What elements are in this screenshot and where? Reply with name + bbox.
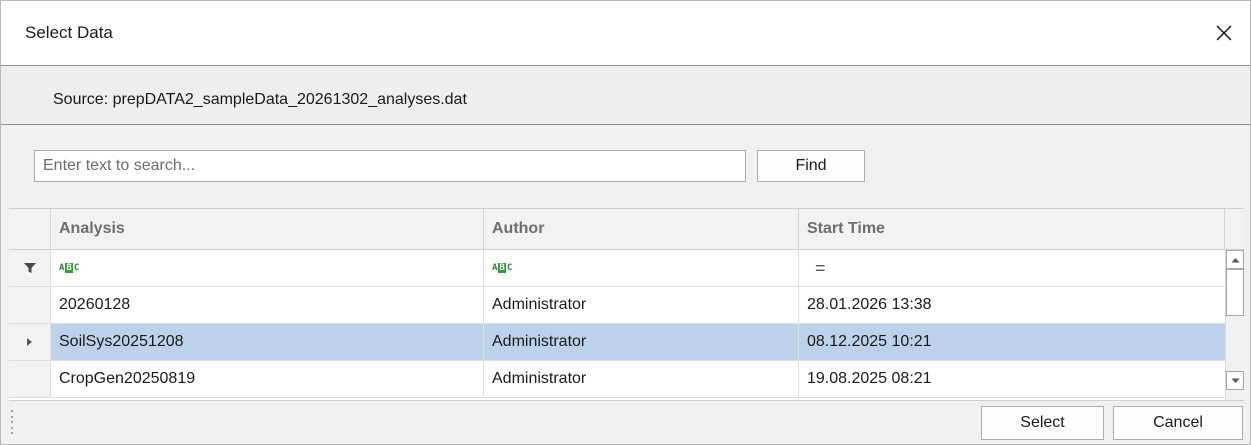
filter-cell-start-time[interactable]: = [799, 250, 1225, 286]
auto-filter-row: ABC ABC = [9, 250, 1225, 287]
abc-text-filter-icon: ABC [59, 263, 80, 273]
row-indicator[interactable] [9, 361, 51, 397]
find-button[interactable]: Find [757, 150, 865, 182]
search-area: Find [1, 126, 1250, 208]
header-indicator-cell [9, 209, 51, 249]
select-data-dialog: Select Data Source: prepDATA2_sampleData… [0, 0, 1251, 445]
table-row-selected[interactable]: SoilSys20251208 Administrator 08.12.2025… [9, 324, 1225, 361]
scroll-down-button[interactable] [1226, 371, 1244, 390]
resize-grip-icon[interactable] [11, 410, 15, 434]
column-header-author[interactable]: Author [484, 209, 799, 249]
header-filler [1225, 209, 1244, 250]
source-label: Source: prepDATA2_sampleData_20261302_an… [53, 91, 467, 108]
source-panel: Source: prepDATA2_sampleData_20261302_an… [1, 65, 1250, 125]
equals-filter-icon: = [815, 257, 826, 278]
table-row[interactable]: CropGen20250819 Administrator 19.08.2025… [9, 361, 1225, 398]
cell-analysis[interactable]: 20260128 [51, 287, 484, 323]
filter-cell-analysis[interactable]: ABC [51, 250, 484, 286]
analysis-grid: Analysis Author Start Time ABC ABC = 202… [9, 208, 1244, 401]
abc-text-filter-icon: ABC [492, 263, 513, 273]
column-header-start-time[interactable]: Start Time [799, 209, 1225, 249]
chevron-down-icon [1231, 378, 1239, 383]
filter-cell-author[interactable]: ABC [484, 250, 799, 286]
cell-analysis[interactable]: SoilSys20251208 [51, 324, 484, 360]
grid-header-row: Analysis Author Start Time [9, 209, 1225, 250]
select-button[interactable]: Select [981, 406, 1104, 440]
cell-start-time[interactable]: 08.12.2025 10:21 [799, 324, 1225, 360]
current-row-arrow-icon [26, 338, 32, 346]
title-bar: Select Data [1, 1, 1250, 65]
cell-author[interactable]: Administrator [484, 287, 799, 323]
cancel-button[interactable]: Cancel [1113, 406, 1243, 440]
vertical-scrollbar[interactable] [1225, 250, 1244, 400]
filter-row-indicator [9, 250, 51, 286]
cell-start-time[interactable]: 19.08.2025 08:21 [799, 361, 1225, 397]
row-indicator[interactable] [9, 287, 51, 323]
scroll-thumb[interactable] [1226, 269, 1244, 316]
window-title: Select Data [25, 23, 113, 42]
close-icon [1216, 25, 1232, 41]
column-header-analysis[interactable]: Analysis [51, 209, 484, 249]
chevron-up-icon [1231, 257, 1239, 262]
filter-icon [23, 263, 36, 273]
table-row[interactable]: 20260128 Administrator 28.01.2026 13:38 [9, 287, 1225, 324]
cell-start-time[interactable]: 28.01.2026 13:38 [799, 287, 1225, 323]
dialog-footer: Select Cancel [1, 402, 1250, 444]
close-button[interactable] [1210, 19, 1238, 47]
search-input[interactable] [34, 150, 746, 182]
row-indicator[interactable] [9, 324, 51, 360]
scroll-up-button[interactable] [1226, 250, 1244, 269]
cell-author[interactable]: Administrator [484, 324, 799, 360]
cell-author[interactable]: Administrator [484, 361, 799, 397]
cell-analysis[interactable]: CropGen20250819 [51, 361, 484, 397]
